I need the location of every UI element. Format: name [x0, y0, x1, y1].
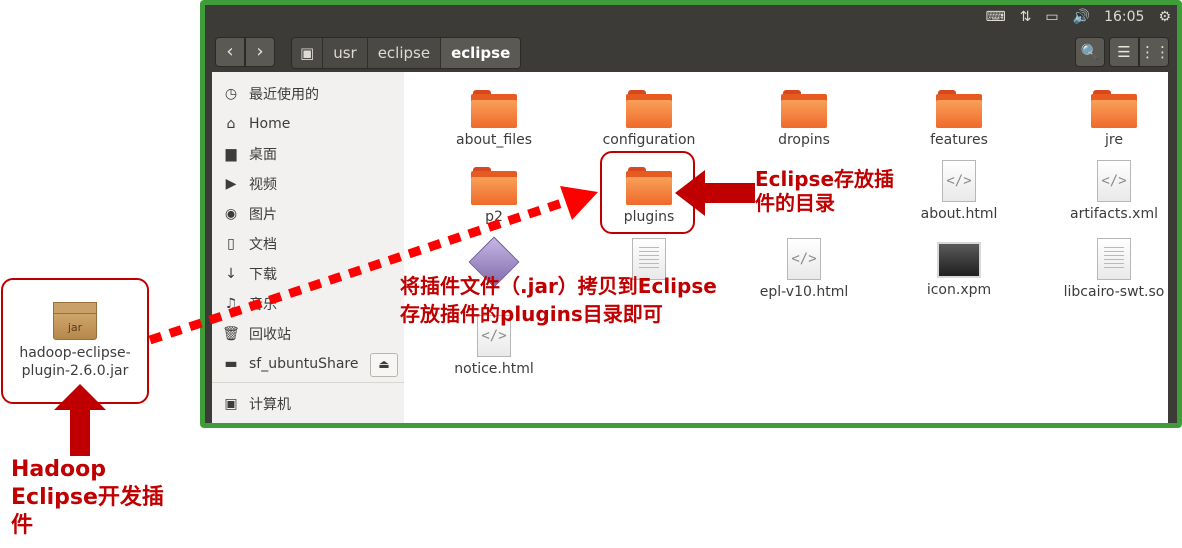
copy-instruction-annotation: 将插件文件（.jar）拷贝到Eclipse 存放插件的plugins目录即可	[400, 272, 717, 328]
hadoop-plugin-annotation: Hadoop Eclipse开发插 件	[11, 456, 164, 540]
arrow-to-jar	[54, 384, 106, 456]
annotation-line: Hadoop	[11, 457, 106, 482]
jar-label-line: plugin-2.6.0.jar	[21, 363, 129, 379]
jar-icon-text: jar	[67, 321, 83, 334]
annotation-line: Eclipse开发插	[11, 485, 164, 510]
annotation-line: 将插件文件（.jar）拷贝到Eclipse	[400, 274, 717, 298]
jar-archive-icon[interactable]: jar	[53, 302, 97, 340]
jar-file-label: hadoop-eclipse- plugin-2.6.0.jar	[3, 344, 147, 380]
annotation-line: 存放插件的plugins目录即可	[400, 302, 663, 326]
jar-label-line: hadoop-eclipse-	[19, 345, 131, 361]
annotation-line: 件	[11, 513, 34, 538]
